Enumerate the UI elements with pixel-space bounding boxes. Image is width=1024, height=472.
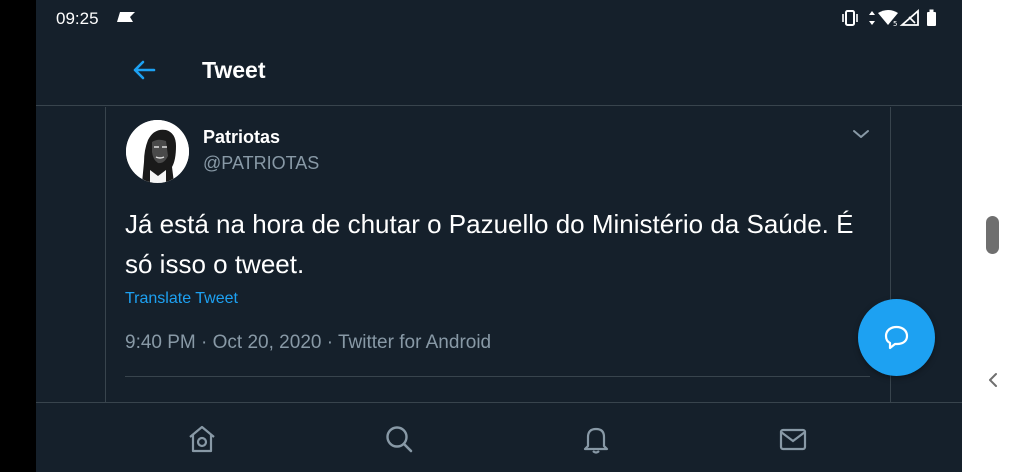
thread-border-left bbox=[105, 107, 106, 407]
tweet-source[interactable]: Twitter for Android bbox=[338, 332, 491, 353]
author-name[interactable]: Patriotas bbox=[203, 127, 280, 148]
page-title: Tweet bbox=[202, 57, 266, 83]
bottom-nav bbox=[36, 402, 962, 472]
avatar-portrait-icon bbox=[126, 120, 189, 183]
tweet-meta: 9:40 PM · Oct 20, 2020 · Twitter for And… bbox=[125, 332, 491, 354]
avatar[interactable] bbox=[126, 120, 189, 183]
search-icon[interactable] bbox=[383, 423, 415, 455]
chevron-left-icon[interactable] bbox=[984, 369, 1002, 391]
tweet-text: Já está na hora de chutar o Pazuello do … bbox=[125, 209, 854, 279]
status-bar: 09:25 5 bbox=[36, 0, 962, 36]
twitter-app-screen: 09:25 5 Tweet Patriotas @PATRIOTAS Já es… bbox=[36, 0, 962, 472]
reply-fab-button[interactable] bbox=[858, 299, 935, 376]
reply-bubble-icon bbox=[884, 325, 909, 350]
scrollbar-handle[interactable] bbox=[986, 216, 999, 254]
status-time: 09:25 bbox=[56, 9, 99, 28]
notification-flag-icon bbox=[117, 12, 135, 22]
translate-tweet-link[interactable]: Translate Tweet bbox=[125, 290, 238, 308]
meta-separator: · bbox=[201, 332, 213, 353]
tweet-date: Oct 20, 2020 bbox=[212, 332, 322, 353]
arrow-left-icon[interactable] bbox=[130, 56, 158, 84]
page-header: Tweet bbox=[36, 36, 962, 106]
home-icon[interactable] bbox=[186, 423, 218, 455]
chevron-down-icon[interactable] bbox=[850, 125, 872, 143]
bell-icon[interactable] bbox=[580, 423, 612, 455]
meta-divider bbox=[125, 376, 870, 377]
status-indicator-icons: 5 bbox=[842, 9, 936, 28]
mail-icon[interactable] bbox=[777, 423, 809, 455]
svg-text:5: 5 bbox=[893, 20, 897, 28]
left-system-bar bbox=[0, 0, 36, 472]
author-handle[interactable]: @PATRIOTAS bbox=[203, 153, 319, 174]
tweet-time: 9:40 PM bbox=[125, 332, 196, 353]
meta-separator: · bbox=[326, 332, 338, 353]
